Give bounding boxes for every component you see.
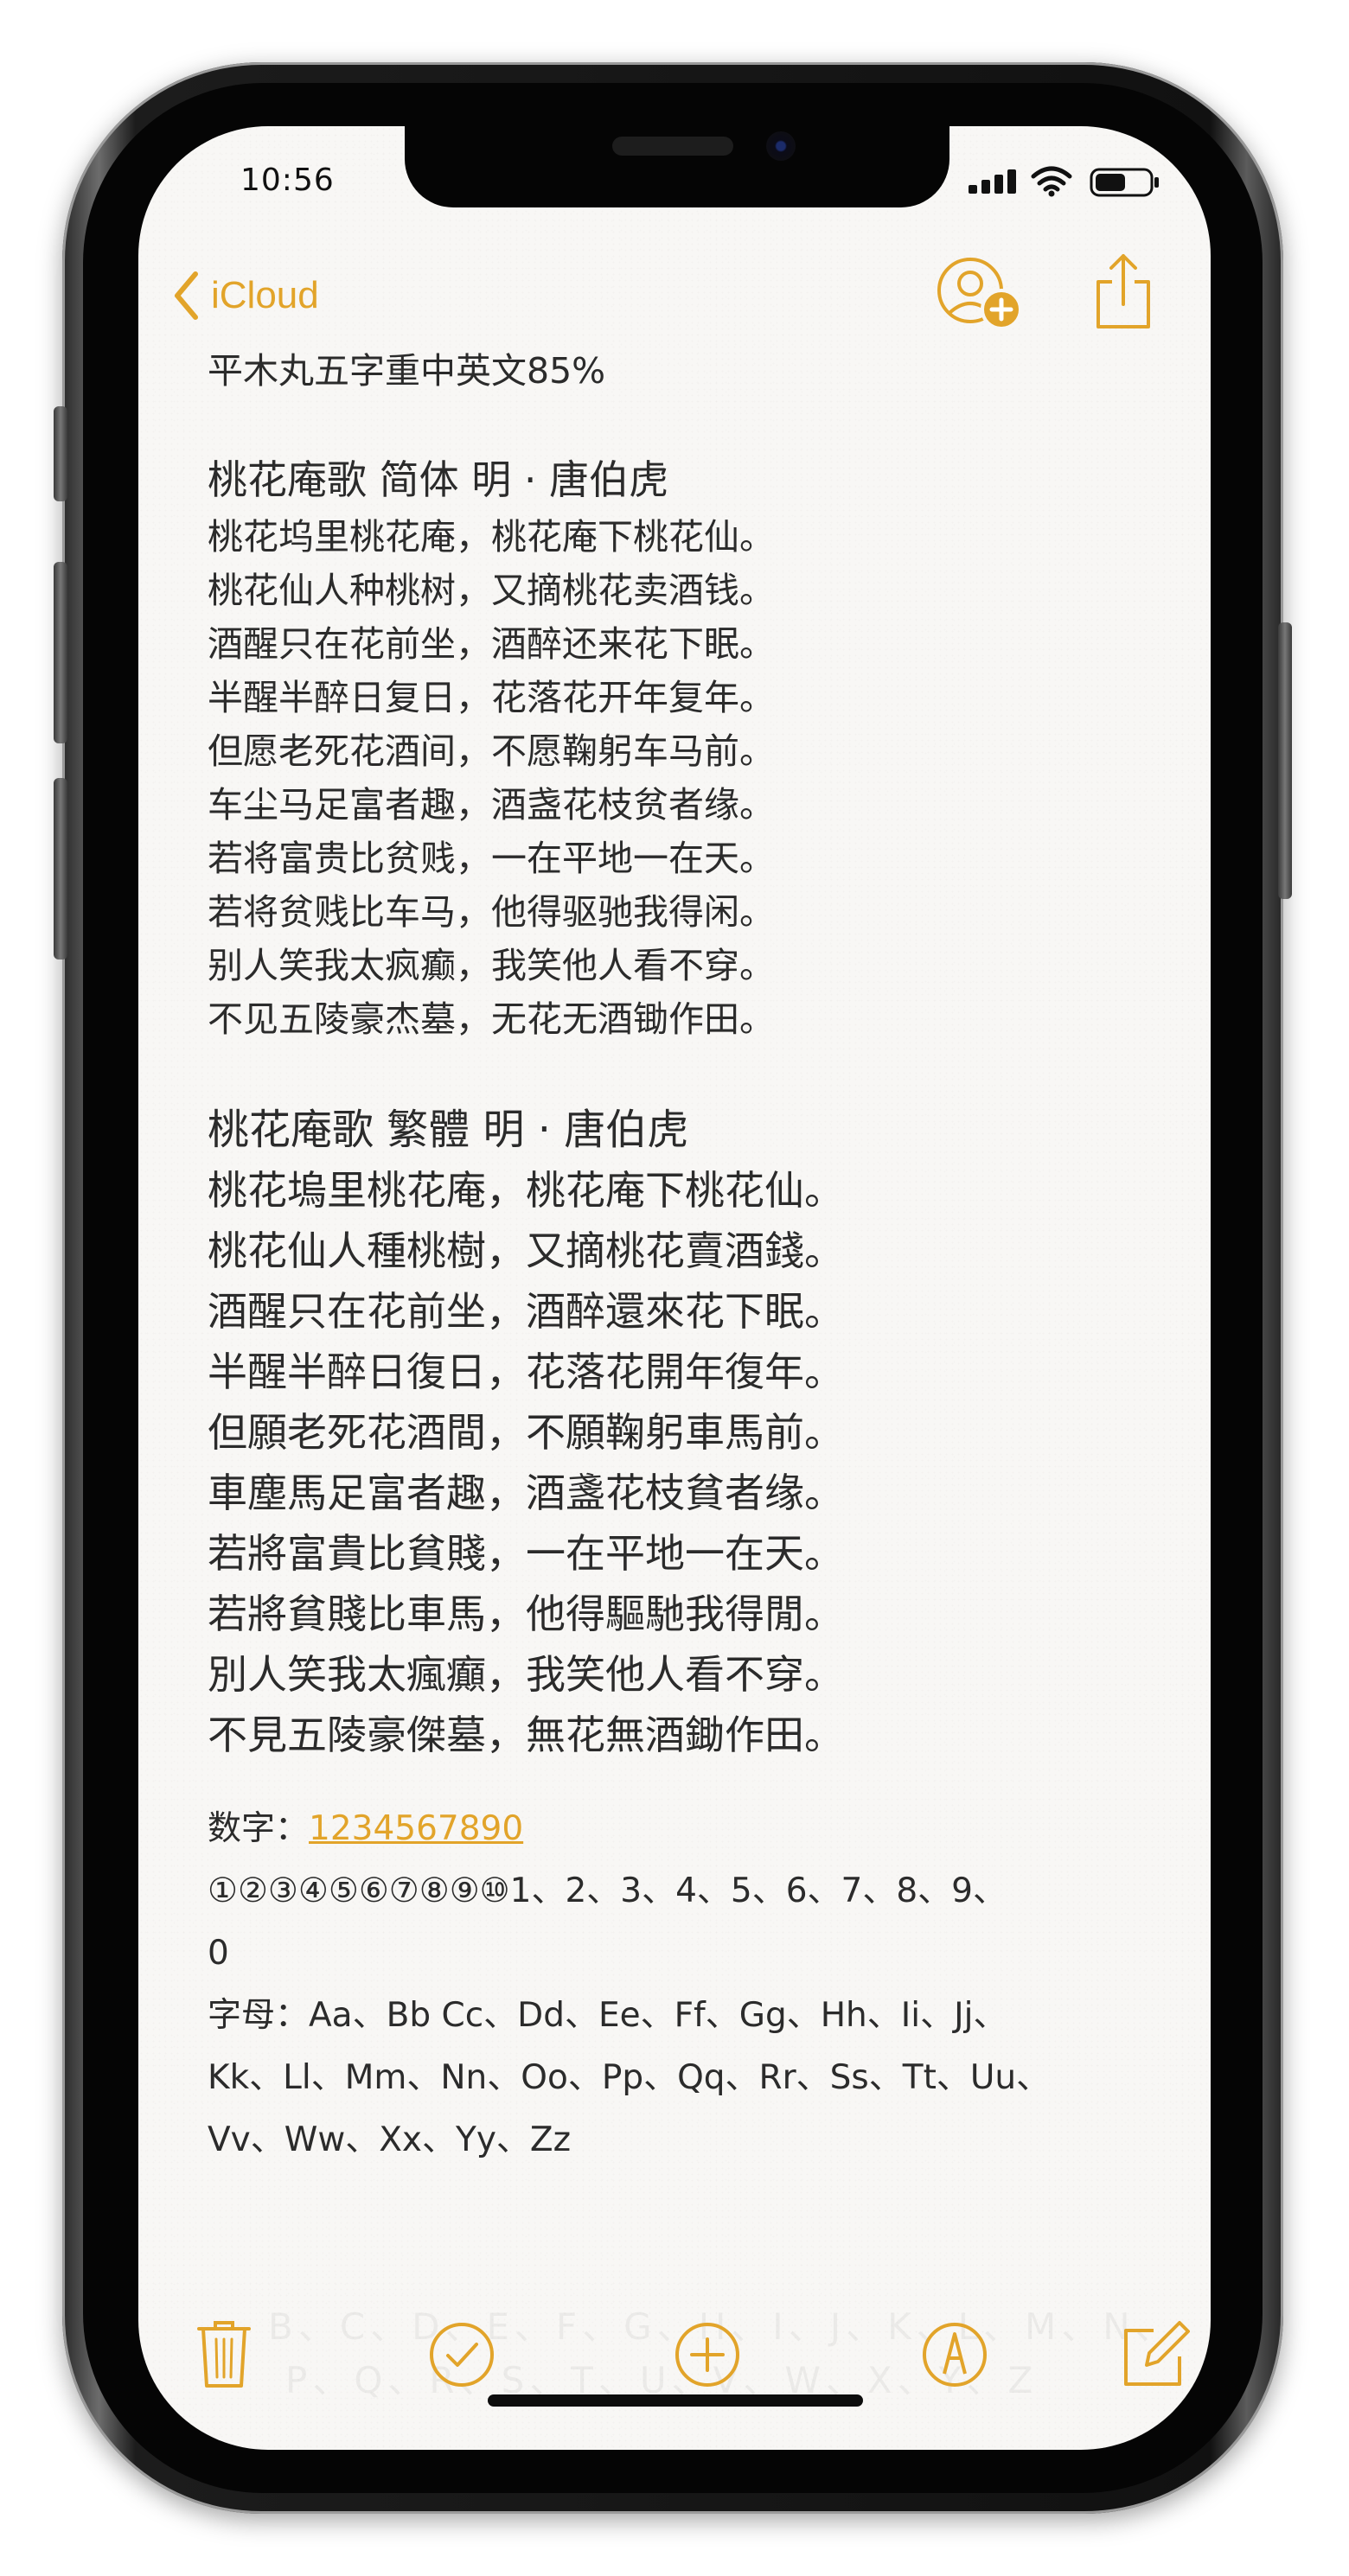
poem-line: 若将贫贱比车马，他得驱驰我得闲。 xyxy=(208,891,775,933)
compose-icon[interactable] xyxy=(1121,2320,1190,2389)
power-button xyxy=(1278,622,1292,899)
poem-line: 不見五陵豪傑墓，無花無酒鋤作田。 xyxy=(208,1712,844,1758)
volume-up-button xyxy=(54,562,67,743)
poem-line: 不见五陵豪杰墓，无花无酒锄作田。 xyxy=(208,998,775,1040)
poem-line: 别人笑我太疯癫，我笑他人看不穿。 xyxy=(208,945,775,986)
poem-line: 若將貧賤比車馬，他得驅馳我得閒。 xyxy=(208,1591,844,1637)
battery-icon xyxy=(1090,168,1159,197)
poem-line: 车尘马足富者趣，酒盏花枝贫者缘。 xyxy=(208,784,775,826)
note-body[interactable]: 平木丸五字重中英文85% 桃花庵歌 简体 明 · 唐伯虎 桃花坞里桃花庵，桃花庵… xyxy=(208,344,1176,2171)
signal-icon xyxy=(969,169,1016,194)
silent-switch xyxy=(54,406,67,501)
poem-line: 但願老死花酒間，不願鞠躬車馬前。 xyxy=(208,1409,844,1456)
circled-numbers-line: ①②③④⑤⑥⑦⑧⑨⑩1、2、3、4、5、6、7、8、9、 xyxy=(208,1871,1007,1910)
poem-line: 桃花仙人种桃树，又摘桃花卖酒钱。 xyxy=(208,570,775,611)
poem-line: 但愿老死花酒间，不愿鞠躬车马前。 xyxy=(208,730,775,772)
poem-line: 桃花仙人種桃樹，又摘桃花賣酒錢。 xyxy=(208,1227,844,1274)
poem-line: 若將富貴比貧賤，一在平地一在天。 xyxy=(208,1530,844,1577)
share-icon[interactable] xyxy=(1093,251,1154,330)
letters-line: Vv、Ww、Xx、Yy、Zz xyxy=(208,2120,572,2159)
wifi-icon xyxy=(1031,166,1072,197)
poem-heading-traditional: 桃花庵歌 繁體 明 · 唐伯虎 xyxy=(208,1106,689,1154)
back-label: iCloud xyxy=(211,274,319,316)
poem-simplified: 桃花坞里桃花庵，桃花庵下桃花仙。 桃花仙人种桃树，又摘桃花卖酒钱。 酒醒只在花前… xyxy=(208,510,1176,1046)
status-time: 10:56 xyxy=(240,163,335,198)
poem-line: 桃花塢里桃花庵，桃花庵下桃花仙。 xyxy=(208,1167,844,1214)
plus-circle-icon[interactable] xyxy=(673,2320,742,2389)
circled-numbers-line: 0 xyxy=(208,1934,229,1973)
note-subtitle: 平木丸五字重中英文85% xyxy=(208,350,606,392)
checklist-icon[interactable] xyxy=(427,2320,496,2389)
poem-traditional: 桃花塢里桃花庵，桃花庵下桃花仙。 桃花仙人種桃樹，又摘桃花賣酒錢。 酒醒只在花前… xyxy=(208,1160,1176,1765)
poem-line: 若将富贵比贫贱，一在平地一在天。 xyxy=(208,838,775,879)
volume-down-button xyxy=(54,778,67,960)
poem-line: 桃花坞里桃花庵，桃花庵下桃花仙。 xyxy=(208,516,775,558)
earpiece-speaker xyxy=(612,137,733,156)
markup-icon[interactable] xyxy=(920,2320,989,2389)
back-button[interactable]: iCloud xyxy=(173,268,319,323)
poem-line: 酒醒只在花前坐，酒醉还来花下眠。 xyxy=(208,623,775,665)
poem-line: 別人笑我太瘋癲，我笑他人看不穿。 xyxy=(208,1651,844,1698)
person-add-icon[interactable] xyxy=(932,256,1027,335)
notch xyxy=(405,126,949,207)
poem-line: 車塵馬足富者趣，酒盞花枝貧者缘。 xyxy=(208,1470,844,1516)
home-indicator[interactable] xyxy=(488,2394,863,2407)
letters-line: Kk、Ll、Mm、Nn、Oo、Pp、Qq、Rr、Ss、Tt、Uu、 xyxy=(208,2058,1051,2097)
notes-screen: 10:56 iCloud 平木丸五字重中英文85% 桃花庵歌 简体 明 · 唐伯… xyxy=(138,126,1211,2450)
front-camera xyxy=(766,131,796,161)
numbers-line: 数字：1234567890 xyxy=(208,1798,1176,1860)
trash-icon[interactable] xyxy=(195,2320,253,2389)
chevron-left-icon xyxy=(175,271,198,320)
poem-line: 半醒半醉日復日，花落花開年復年。 xyxy=(208,1349,844,1395)
numbers-label: 数字： xyxy=(208,1809,310,1848)
poem-line: 酒醒只在花前坐，酒醉還來花下眠。 xyxy=(208,1288,844,1335)
letters-line: 字母：Aa、Bb Cc、Dd、Ee、Ff、Gg、Hh、Ii、Jj、 xyxy=(208,1996,1007,2035)
poem-line: 半醒半醉日复日，花落花开年复年。 xyxy=(208,677,775,718)
numbers-link[interactable]: 1234567890 xyxy=(309,1809,523,1848)
status-icons xyxy=(969,164,1167,199)
poem-heading-simplified: 桃花庵歌 简体 明 · 唐伯虎 xyxy=(208,456,669,503)
